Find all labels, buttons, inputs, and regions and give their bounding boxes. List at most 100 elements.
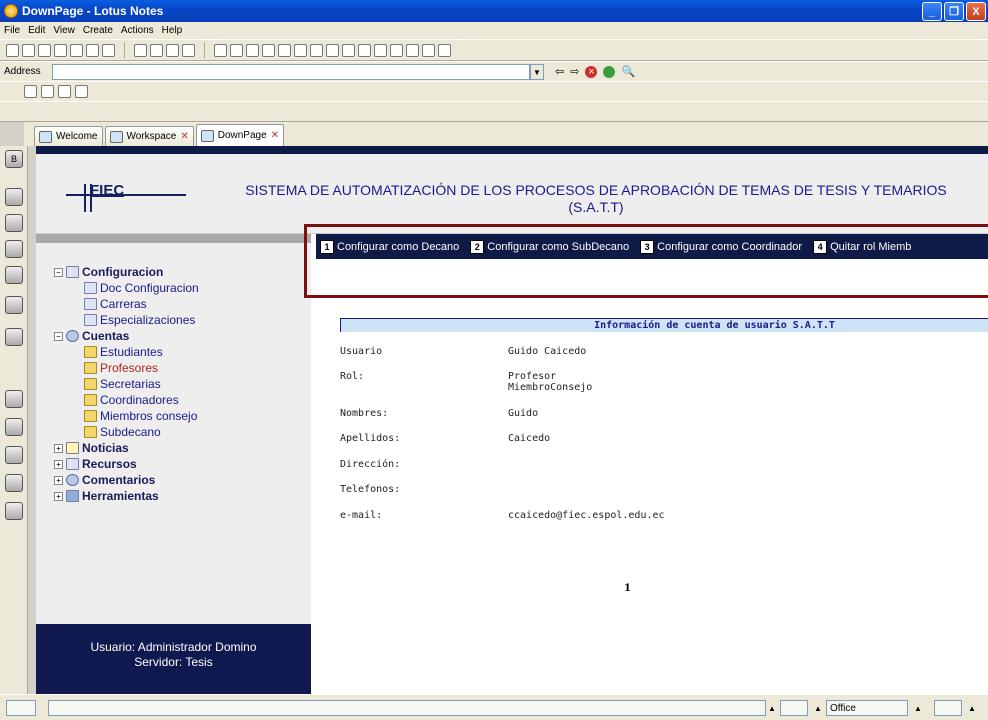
collapse-icon[interactable] — [358, 43, 371, 57]
tree-item-cuentas[interactable]: − Cuentas — [54, 328, 199, 344]
menu-view[interactable]: View — [53, 25, 75, 36]
tree-item-comentarios[interactable]: + Comentarios — [54, 472, 199, 488]
bookmark-icon[interactable] — [6, 43, 19, 57]
expand-all-icon[interactable] — [374, 43, 387, 57]
tree-item-noticias[interactable]: + Noticias — [54, 440, 199, 456]
prev-icon[interactable] — [246, 43, 259, 57]
tree-item-carreras[interactable]: Carreras — [54, 296, 199, 312]
view-icon[interactable] — [310, 43, 323, 57]
more-bookmarks-icon[interactable] — [5, 502, 23, 520]
tab-welcome[interactable]: Welcome — [34, 126, 103, 146]
tree-item-secretarias[interactable]: Secretarias — [54, 376, 199, 392]
tree-item-recursos[interactable]: + Recursos — [54, 456, 199, 472]
people-icon[interactable] — [41, 85, 54, 98]
tree-item-herramientas[interactable]: + Herramientas — [54, 488, 199, 504]
minimize-button[interactable]: _ — [922, 2, 942, 21]
stop-icon[interactable]: × — [585, 65, 598, 78]
tree-item-miembros-consejo[interactable]: Miembros consejo — [54, 408, 199, 424]
document-icon[interactable] — [102, 43, 115, 57]
view-pane-icon[interactable] — [326, 43, 339, 57]
person-icon[interactable] — [58, 85, 71, 98]
server-line: Servidor: Tesis — [134, 655, 213, 669]
folder-star-icon[interactable] — [5, 390, 23, 408]
toolbar-separator — [124, 42, 125, 58]
tab-bar: Welcome Workspace ✕ DownPage ✕ — [24, 122, 988, 146]
close-tab-icon[interactable]: ✕ — [180, 131, 188, 142]
tree-item-estudiantes[interactable]: Estudiantes — [54, 344, 199, 360]
mail-icon[interactable] — [70, 43, 83, 57]
address-dropdown[interactable]: ▼ — [530, 64, 544, 80]
search-icon[interactable] — [422, 43, 435, 57]
notes-icon[interactable] — [75, 85, 88, 98]
nav-up-icon[interactable] — [214, 43, 227, 57]
tree-item-especializaciones[interactable]: Especializaciones — [54, 312, 199, 328]
folder-open-icon[interactable] — [5, 446, 23, 464]
collapse-icon[interactable]: − — [54, 331, 63, 341]
telefonos-label: Telefonos: — [340, 484, 401, 495]
document-icon — [84, 282, 97, 294]
inbox-up-icon[interactable]: ▲ — [966, 701, 978, 715]
tree-item-doc-configuracion[interactable]: Doc Configuracion — [54, 280, 199, 296]
copy-icon[interactable] — [150, 43, 163, 57]
location-box[interactable]: Office — [826, 700, 908, 716]
databases-icon[interactable] — [5, 266, 23, 284]
navigation-controls: ⇦ ⇨ × 🔍 — [555, 65, 635, 78]
tab-workspace[interactable]: Workspace ✕ — [104, 126, 194, 146]
status-up-icon[interactable]: ▲ — [766, 701, 778, 715]
calendar-icon[interactable] — [5, 188, 23, 206]
news-icon — [66, 442, 79, 454]
forward-icon[interactable]: ⇨ — [570, 65, 579, 78]
find-icon[interactable] — [406, 43, 419, 57]
menu-create[interactable]: Create — [83, 25, 113, 36]
todo-icon[interactable] — [5, 240, 23, 258]
tree-item-subdecano[interactable]: Subdecano — [54, 424, 199, 440]
next-icon[interactable] — [262, 43, 275, 57]
close-tab-icon[interactable]: ✕ — [271, 130, 279, 141]
print-icon[interactable] — [86, 43, 99, 57]
address-input[interactable] — [52, 64, 530, 80]
location-up-icon[interactable]: ▲ — [912, 701, 924, 715]
refresh-icon[interactable] — [603, 65, 616, 78]
menu-file[interactable]: File — [4, 25, 20, 36]
expand-icon[interactable] — [342, 43, 355, 57]
status-indicator — [6, 700, 36, 716]
chat-icon[interactable] — [24, 85, 37, 98]
open-icon[interactable] — [38, 43, 51, 57]
online-status-icon[interactable] — [780, 700, 808, 716]
menu-help[interactable]: Help — [162, 25, 183, 36]
tree-item-configuracion[interactable]: − Configuracion — [54, 264, 199, 280]
cut-icon[interactable] — [134, 43, 147, 57]
tree-item-profesores[interactable]: Profesores — [54, 360, 199, 376]
tree-item-coordinadores[interactable]: Coordinadores — [54, 392, 199, 408]
nav-down-icon[interactable] — [230, 43, 243, 57]
status-up-icon[interactable]: ▲ — [812, 701, 824, 715]
expand-icon[interactable]: + — [54, 459, 63, 469]
inbox-icon[interactable] — [934, 700, 962, 716]
tab-downpage[interactable]: DownPage ✕ — [195, 124, 285, 146]
next-unread-icon[interactable] — [294, 43, 307, 57]
collapse-icon[interactable]: − — [54, 267, 63, 277]
contacts-icon[interactable] — [5, 214, 23, 232]
search-bar-icon[interactable] — [438, 43, 451, 57]
save-icon[interactable] — [22, 43, 35, 57]
maximize-button[interactable]: ❐ — [944, 2, 964, 21]
edit-icon[interactable] — [54, 43, 67, 57]
folder-icon[interactable] — [5, 418, 23, 436]
paste-icon[interactable] — [166, 43, 179, 57]
collapse-all-icon[interactable] — [390, 43, 403, 57]
prev-unread-icon[interactable] — [278, 43, 291, 57]
history-icon[interactable] — [5, 474, 23, 492]
expand-icon[interactable]: + — [54, 443, 63, 453]
replicator-icon[interactable] — [5, 328, 23, 346]
close-button[interactable]: X — [966, 2, 986, 21]
menu-edit[interactable]: Edit — [28, 25, 45, 36]
document-icon — [66, 266, 79, 278]
paste-special-icon[interactable] — [182, 43, 195, 57]
bookmarks-icon[interactable]: B — [5, 150, 23, 168]
menu-actions[interactable]: Actions — [121, 25, 154, 36]
favorites-icon[interactable] — [5, 296, 23, 314]
back-icon[interactable]: ⇦ — [555, 65, 564, 78]
search-web-icon[interactable]: 🔍 — [621, 65, 635, 78]
expand-icon[interactable]: + — [54, 491, 63, 501]
expand-icon[interactable]: + — [54, 475, 63, 485]
